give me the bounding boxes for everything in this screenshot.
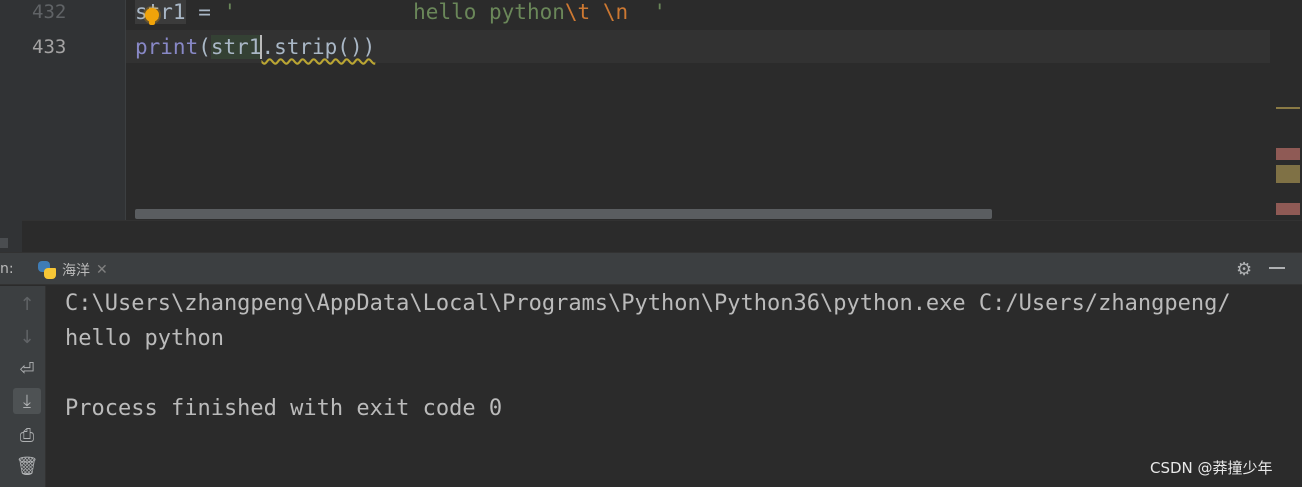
tab-label: 海洋 — [62, 262, 90, 279]
arrow-down-icon[interactable]: ↓ — [13, 324, 41, 350]
run-toolbar: ↑ ↓ ⏎ ⤓ ⎙ 🗑 — [0, 286, 46, 487]
line-number-gutter: 432 433 — [22, 0, 126, 220]
stripe-mark[interactable] — [1276, 148, 1300, 160]
console-line: hello python — [65, 326, 224, 351]
line-number: 433 — [32, 36, 67, 58]
gear-icon[interactable]: ⚙ — [1236, 259, 1252, 280]
variable-str1-highlighted: str1 — [210, 35, 262, 59]
python-icon — [38, 260, 56, 279]
left-tool-strip — [0, 0, 22, 252]
method-call-strip: .strip()) — [261, 35, 376, 59]
builtin-print: print — [135, 35, 199, 59]
console-output[interactable]: C:\Users\zhangpeng\AppData\Local\Program… — [0, 286, 1302, 487]
minimize-icon[interactable] — [1269, 267, 1285, 269]
print-icon[interactable]: ⎙ — [13, 422, 41, 448]
string-literal: ' hello python — [223, 0, 565, 24]
code-line-433[interactable]: print(str1.strip()) — [135, 34, 375, 60]
variable-str1: str1 — [135, 0, 186, 24]
arrow-up-icon[interactable]: ↑ — [13, 291, 41, 317]
soft-wrap-icon[interactable]: ⏎ — [13, 356, 41, 382]
left-strip-marker — [0, 238, 8, 248]
console-line: Process finished with exit code 0 — [65, 396, 503, 421]
console-line: C:\Users\zhangpeng\AppData\Local\Program… — [65, 291, 1231, 316]
scroll-to-end-icon[interactable]: ⤓ — [13, 388, 41, 414]
horizontal-scrollbar-thumb[interactable] — [135, 209, 992, 219]
code-editor[interactable]: 432 433 str1 = ' hello python\t \n ' pri… — [0, 0, 1302, 252]
run-panel-header: n: 海洋 ✕ ⚙ — [0, 252, 1302, 285]
string-literal-end: ' — [628, 0, 667, 24]
editor-bottom-area — [22, 220, 1302, 252]
stripe-mark[interactable] — [1276, 203, 1300, 215]
watermark: CSDN @莽撞少年 — [1150, 459, 1273, 477]
string-literal-space — [590, 0, 603, 24]
code-line-432[interactable]: str1 = ' hello python\t \n ' — [135, 0, 666, 25]
error-stripe[interactable] — [1270, 0, 1302, 220]
line-number: 432 — [32, 1, 67, 23]
escape-newline: \n — [602, 0, 629, 24]
stripe-mark[interactable] — [1276, 165, 1300, 183]
stripe-mark[interactable] — [1276, 107, 1300, 109]
tab-run-config[interactable]: 海洋 ✕ — [30, 253, 118, 286]
close-icon[interactable]: ✕ — [96, 262, 108, 278]
escape-tab: \t — [564, 0, 591, 24]
lightbulb-icon[interactable] — [145, 8, 159, 25]
assign-operator: = — [185, 0, 224, 24]
trash-icon[interactable]: 🗑 — [13, 453, 41, 479]
paren-open: ( — [198, 35, 211, 59]
run-label: n: — [0, 261, 14, 277]
